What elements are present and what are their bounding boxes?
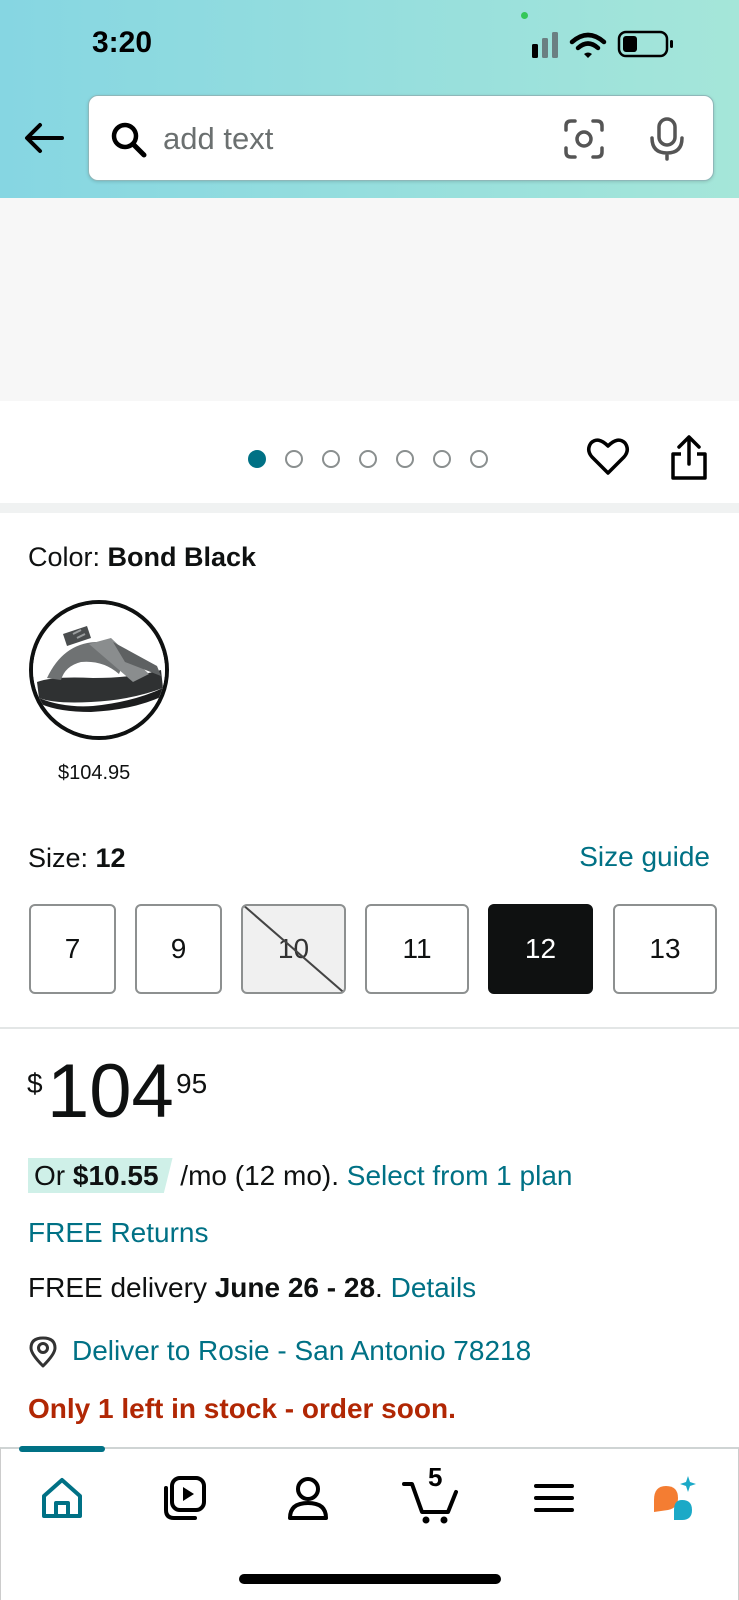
delivery-details-link[interactable]: Details — [391, 1272, 477, 1303]
price-fraction: 95 — [176, 1068, 208, 1099]
size-option-11[interactable]: 11 — [365, 904, 469, 994]
price-currency: $ — [27, 1068, 43, 1099]
nav-inspire[interactable] — [157, 1470, 213, 1526]
size-option-12-selected[interactable]: 12 — [488, 904, 593, 994]
privacy-indicator — [521, 12, 528, 19]
size-option-9[interactable]: 9 — [135, 904, 222, 994]
signal-icon — [532, 32, 558, 58]
monthly-prefix: Or — [34, 1160, 73, 1191]
home-indicator — [239, 1574, 501, 1584]
hamburger-menu-icon — [534, 1484, 574, 1512]
section-divider — [0, 1027, 739, 1029]
carousel-dot[interactable] — [433, 450, 451, 468]
share-icon — [671, 435, 707, 480]
share-button[interactable] — [668, 434, 710, 482]
carousel-dot[interactable] — [396, 450, 414, 468]
select-plan-link[interactable]: Select from 1 plan — [347, 1160, 573, 1191]
carousel-dot[interactable] — [470, 450, 488, 468]
sandal-image — [33, 604, 165, 736]
camera-lens-icon[interactable] — [563, 118, 605, 160]
heart-icon — [587, 438, 629, 475]
carousel-dot[interactable] — [359, 450, 377, 468]
delivery-line: FREE delivery June 26 - 28. Details — [28, 1272, 476, 1304]
color-value: Bond Black — [107, 542, 257, 572]
cart-count: 5 — [428, 1462, 443, 1492]
battery-icon — [617, 30, 673, 58]
wishlist-button[interactable] — [586, 435, 630, 479]
monthly-payment-highlight: Or $10.55 — [28, 1158, 173, 1193]
search-icon — [111, 122, 147, 158]
delivery-dates: June 26 - 28 — [214, 1272, 376, 1303]
color-label: Color: Bond Black — [28, 542, 256, 573]
nav-account[interactable] — [280, 1470, 336, 1526]
stock-warning: Only 1 left in stock - order soon. — [28, 1393, 456, 1424]
wifi-icon — [569, 32, 607, 58]
video-play-icon — [164, 1476, 206, 1520]
status-time: 3:20 — [92, 26, 153, 59]
image-carousel-dots[interactable] — [248, 450, 488, 470]
size-option-13[interactable]: 13 — [613, 904, 717, 994]
status-icons — [532, 30, 673, 58]
back-button[interactable] — [22, 115, 68, 161]
location-pin-icon — [29, 1336, 57, 1368]
carousel-dot[interactable] — [322, 450, 340, 468]
monthly-term: /mo (12 mo). — [172, 1160, 347, 1191]
delivery-dot: . — [375, 1272, 391, 1303]
size-value: 12 — [95, 843, 126, 873]
size-guide-link[interactable]: Size guide — [579, 841, 710, 873]
search-bar[interactable] — [88, 95, 714, 181]
nav-menu[interactable] — [526, 1470, 582, 1526]
nav-cart[interactable]: 5 — [402, 1462, 468, 1526]
size-option-10-unavailable[interactable]: 10 — [241, 904, 346, 994]
size-label: Size: 12 — [28, 843, 126, 874]
size-option-7[interactable]: 7 — [29, 904, 116, 994]
deliver-to-link[interactable]: Deliver to Rosie - San Antonio 78218 — [72, 1335, 531, 1367]
rufus-assistant-icon — [654, 1476, 696, 1520]
carousel-dot[interactable] — [248, 450, 266, 468]
color-swatch-bond-black[interactable] — [29, 600, 169, 740]
nav-rufus[interactable] — [648, 1470, 704, 1526]
carousel-dot[interactable] — [285, 450, 303, 468]
price-whole: 104 — [47, 1049, 174, 1134]
person-icon — [288, 1477, 328, 1520]
microphone-icon[interactable] — [647, 116, 687, 162]
nav-home[interactable] — [34, 1470, 90, 1526]
delivery-prefix: FREE delivery — [28, 1272, 215, 1303]
swatch-price: $104.95 — [58, 762, 131, 784]
color-label-text: Color: — [28, 542, 108, 572]
search-input[interactable] — [163, 114, 543, 164]
monthly-amount: $10.55 — [72, 1160, 159, 1191]
product-image-area[interactable] — [0, 198, 739, 401]
free-returns-link[interactable]: FREE Returns — [28, 1217, 209, 1249]
size-label-text: Size: — [28, 843, 96, 873]
home-icon — [42, 1478, 82, 1518]
monthly-payment-line: Or $10.55 /mo (12 mo). Select from 1 pla… — [28, 1158, 573, 1193]
section-divider — [0, 503, 739, 513]
active-tab-indicator — [19, 1446, 105, 1452]
back-arrow-icon — [25, 123, 64, 153]
